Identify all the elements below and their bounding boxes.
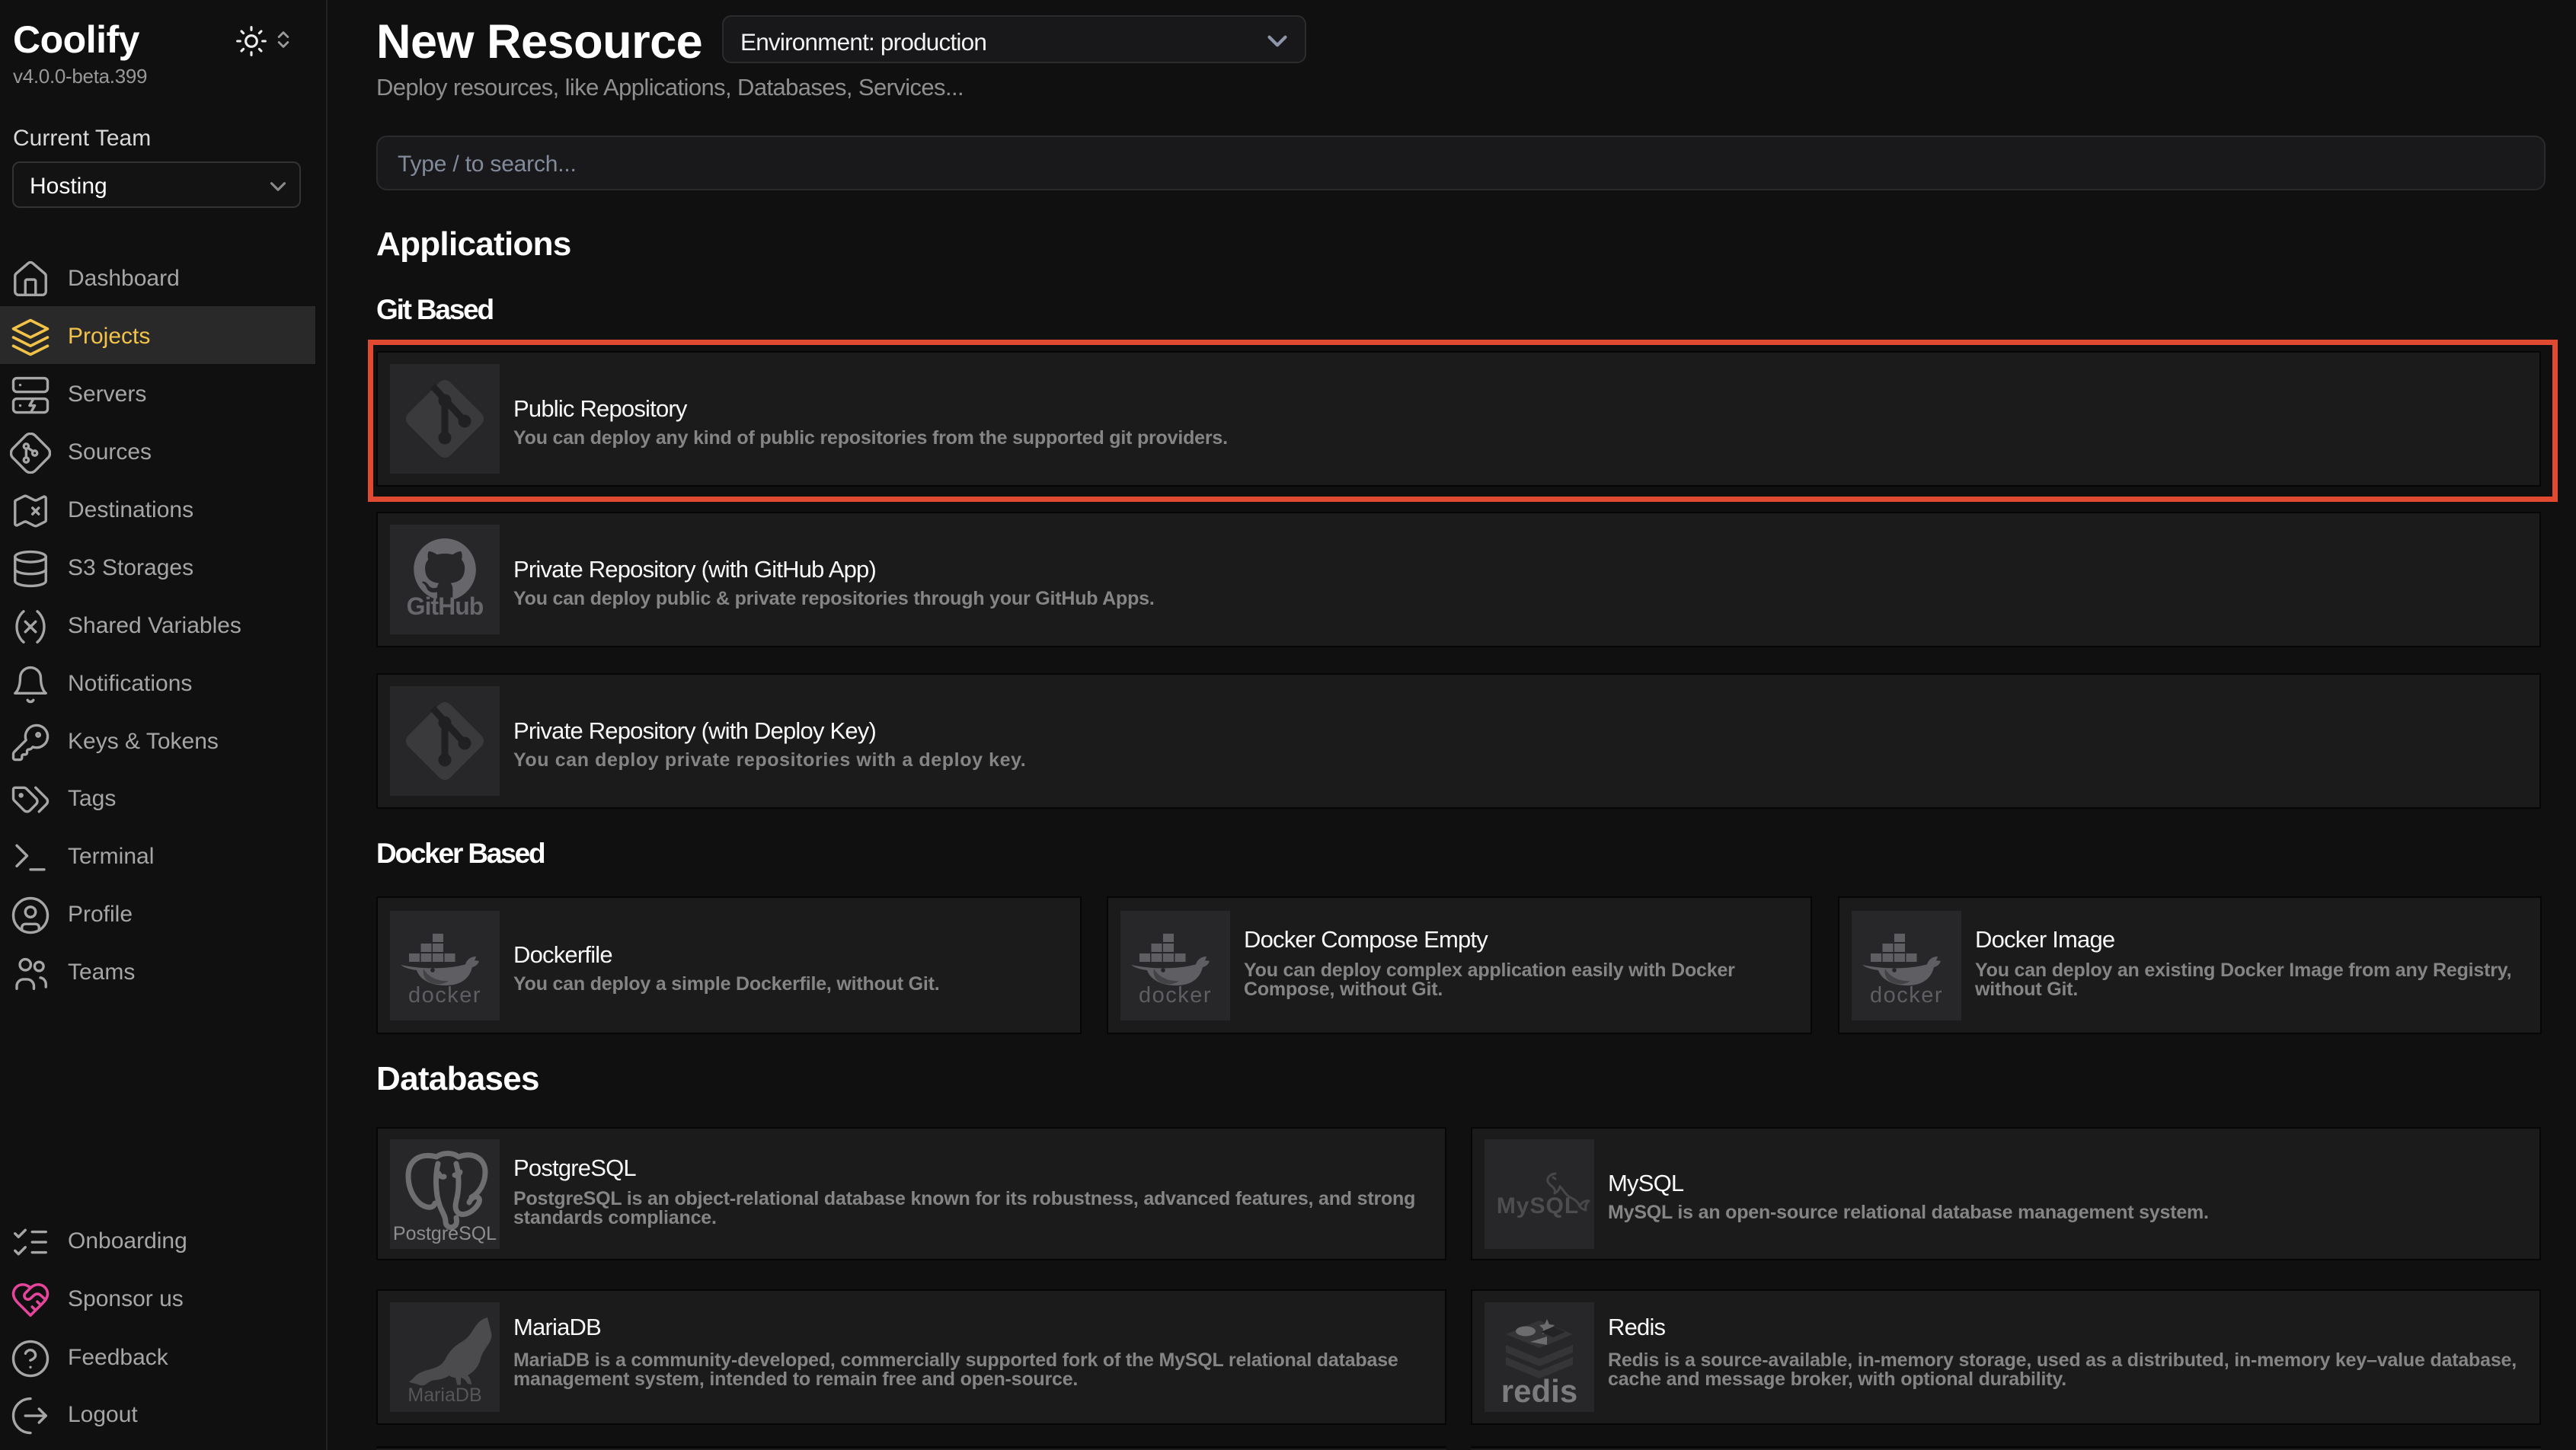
svg-text:GitHub: GitHub	[407, 592, 484, 620]
svg-text:MySQL: MySQL	[1497, 1193, 1579, 1218]
svg-text:redis: redis	[1501, 1373, 1577, 1409]
svg-text:docker: docker	[408, 983, 481, 1008]
svg-text:MariaDB: MariaDB	[407, 1385, 481, 1406]
svg-text:docker: docker	[1139, 983, 1212, 1008]
svg-text:PostgreSQL: PostgreSQL	[393, 1223, 497, 1244]
svg-text:docker: docker	[1870, 983, 1943, 1008]
